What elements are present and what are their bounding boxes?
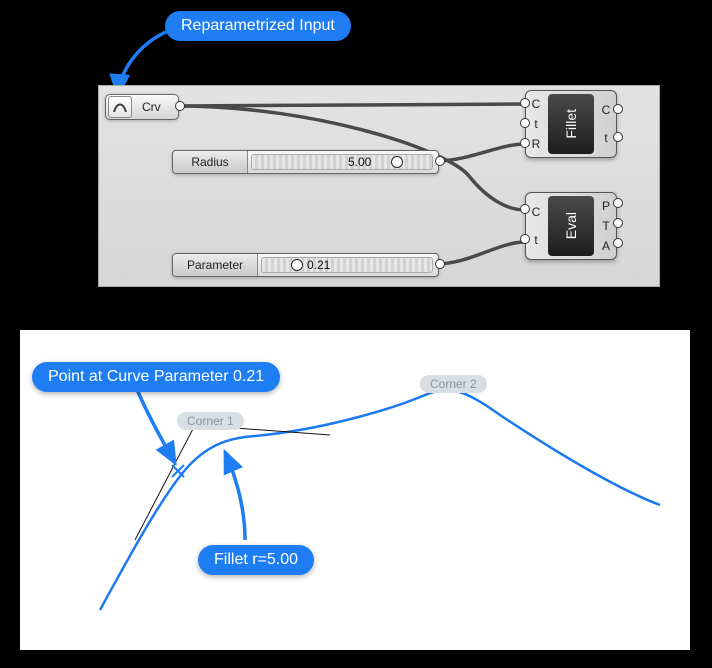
- arrow-to-point: [135, 385, 175, 463]
- fillet-port-out-t[interactable]: [613, 132, 623, 142]
- fillet-port-in-r[interactable]: [520, 138, 530, 148]
- eval-port-out-a[interactable]: [613, 238, 623, 248]
- curve-param-component[interactable]: Crv: [105, 94, 179, 120]
- eval-port-out-p[interactable]: [613, 198, 623, 208]
- annotation-reparametrized: Reparametrized Input: [165, 11, 351, 41]
- eval-port-out-t[interactable]: [613, 218, 623, 228]
- parameter-slider-grip[interactable]: [291, 259, 303, 271]
- label-corner2: Corner 2: [420, 375, 487, 393]
- radius-slider-value: 5.00: [348, 151, 371, 173]
- curve-param-label: Crv: [134, 100, 178, 114]
- eval-component[interactable]: C t Eval P T A: [525, 192, 617, 260]
- fillet-port-in-t[interactable]: [520, 118, 530, 128]
- fillet-name-plate: Fillet: [548, 94, 594, 154]
- radius-slider-track[interactable]: [251, 154, 433, 170]
- fillet-port-in-c[interactable]: [520, 98, 530, 108]
- fillet-component[interactable]: C t R Fillet C t: [525, 90, 617, 158]
- arrow-to-fillet: [225, 452, 245, 540]
- evaluated-point-marker: [172, 465, 184, 477]
- radius-slider-grip[interactable]: [391, 156, 403, 168]
- parameter-slider-track[interactable]: [261, 257, 433, 273]
- curve-icon: [108, 96, 132, 118]
- parameter-slider-label: Parameter: [173, 254, 258, 276]
- eval-name-plate: Eval: [548, 196, 594, 256]
- radius-slider-output-port[interactable]: [435, 156, 445, 166]
- label-corner1: Corner 1: [177, 412, 244, 430]
- annotation-point-at-param: Point at Curve Parameter 0.21: [32, 362, 280, 392]
- parameter-slider-value: 0.21: [307, 254, 330, 276]
- node-graph-canvas: Crv Radius 5.00 Parameter 0.21 C t R Fil…: [98, 85, 660, 287]
- radius-slider-label: Radius: [173, 151, 248, 173]
- parameter-slider-output-port[interactable]: [435, 259, 445, 269]
- annotation-fillet-r: Fillet r=5.00: [198, 545, 314, 575]
- fillet-port-out-c[interactable]: [613, 104, 623, 114]
- radius-slider[interactable]: Radius 5.00: [172, 150, 439, 174]
- eval-port-in-c[interactable]: [520, 204, 530, 214]
- parameter-slider[interactable]: Parameter 0.21: [172, 253, 439, 277]
- curve-output-port[interactable]: [175, 101, 185, 111]
- eval-port-in-t[interactable]: [520, 234, 530, 244]
